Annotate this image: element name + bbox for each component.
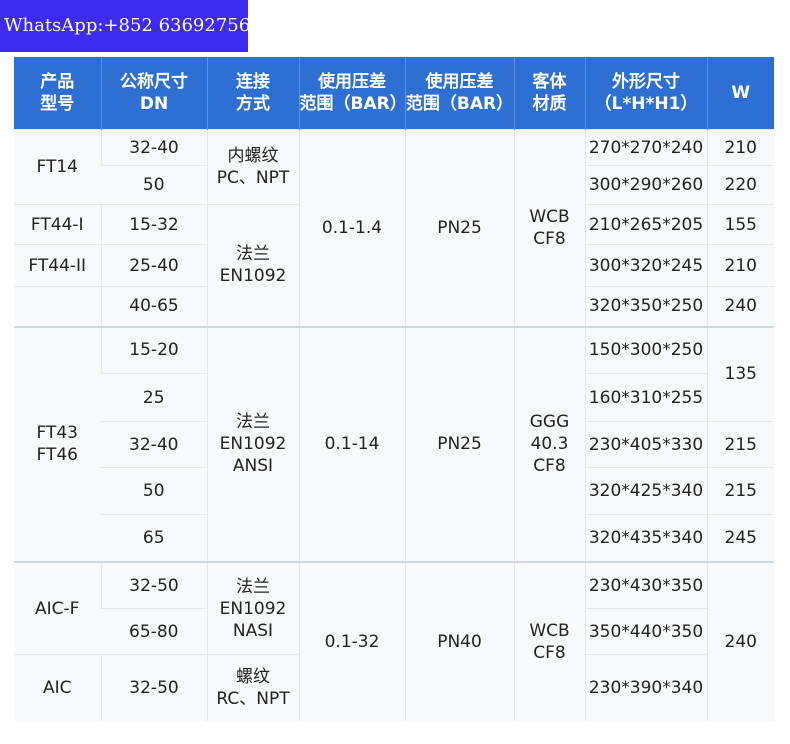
cell-weight: 240 xyxy=(706,560,774,721)
cell-connection: 内螺纹 PC、NPT xyxy=(206,128,299,205)
table-row: FT14 32-40 内螺纹 PC、NPT 0.1-1.4 PN25 WCB C… xyxy=(14,128,774,327)
cell-connection: 法兰 EN1092 xyxy=(206,204,299,327)
cell-weight: 155 xyxy=(706,204,774,245)
header-model: 产品 型号 xyxy=(14,57,101,130)
cell-dimensions: 160*310*255 xyxy=(584,373,707,422)
cell-dn: 50 xyxy=(101,467,207,515)
cell-weight: 215 xyxy=(706,467,774,515)
cell-pressure-range: PN25 xyxy=(404,325,514,562)
header-body-material: 客体 材质 xyxy=(513,57,585,130)
cell-model: AIC-F xyxy=(14,560,101,655)
cell-weight: 220 xyxy=(706,165,774,205)
cell-dimensions: 320*435*340 xyxy=(584,514,707,562)
cell-pressure-range: PN25 xyxy=(404,128,514,327)
cell-dn: 65 xyxy=(101,514,207,562)
cell-weight: 215 xyxy=(706,421,774,468)
cell-dn: 25 xyxy=(101,373,207,422)
cell-dn: 32-50 xyxy=(100,560,207,609)
cell-dimensions: 210*265*205 xyxy=(584,204,707,245)
watermark-banner: WhatsApp:+852 63692756 xyxy=(0,0,250,52)
cell-dimensions: 320*425*340 xyxy=(584,467,707,515)
cell-pressure-range: PN40 xyxy=(404,560,514,721)
cell-body-material: WCB CF8 xyxy=(513,560,585,721)
header-weight: W xyxy=(706,57,774,130)
cell-model xyxy=(14,286,101,327)
cell-body-material: WCB CF8 xyxy=(513,128,585,327)
cell-model: AIC xyxy=(14,654,101,721)
cell-dn: 40-65 xyxy=(100,286,207,327)
cell-weight: 245 xyxy=(706,514,774,562)
cell-dn: 32-40 xyxy=(101,421,207,468)
cell-dn: 65-80 xyxy=(101,608,207,655)
cell-dn: 50 xyxy=(101,165,207,205)
cell-model: FT44-II xyxy=(14,244,101,287)
header-dimensions: 外形尺寸 （L*H*H1） xyxy=(584,57,707,130)
cell-dimensions: 230*430*350 xyxy=(584,560,707,609)
cell-pressure-diff: 0.1-1.4 xyxy=(298,128,405,327)
header-row: 产品 型号 公称尺寸 DN 连接 方式 使用压差 范围（BAR） 使用压差 范围… xyxy=(14,57,774,130)
cell-connection: 法兰 EN1092 NASI xyxy=(206,560,299,655)
cell-weight: 210 xyxy=(706,244,774,287)
cell-dimensions: 150*300*250 xyxy=(584,325,707,374)
cell-dn: 32-50 xyxy=(100,654,207,721)
cell-weight: 210 xyxy=(706,128,774,166)
cell-weight: 240 xyxy=(706,286,774,327)
cell-weight: 135 xyxy=(706,325,774,422)
cell-dimensions: 270*270*240 xyxy=(584,128,707,166)
cell-dimensions: 300*320*245 xyxy=(584,244,707,287)
table-row: AIC-F 32-50 法兰 EN1092 NASI 0.1-32 PN40 W… xyxy=(14,560,774,721)
cell-dimensions: 320*350*250 xyxy=(584,286,707,327)
cell-dimensions: 350*440*350 xyxy=(584,608,707,655)
cell-model: FT43 FT46 xyxy=(14,325,101,562)
cell-dn: 32-40 xyxy=(100,128,207,166)
cell-dn: 15-32 xyxy=(100,204,207,245)
cell-model: FT14 xyxy=(14,128,101,205)
cell-dn: 25-40 xyxy=(100,244,207,287)
header-pressure-diff: 使用压差 范围（BAR） xyxy=(298,57,407,130)
cell-model: FT44-I xyxy=(14,204,101,245)
header-pressure-range: 使用压差 范围（BAR） xyxy=(404,57,514,130)
cell-dimensions: 230*390*340 xyxy=(584,654,707,721)
product-spec-table: 产品 型号 公称尺寸 DN 连接 方式 使用压差 范围（BAR） 使用压差 范围… xyxy=(14,57,774,721)
cell-pressure-diff: 0.1-32 xyxy=(298,560,405,721)
cell-body-material: GGG 40.3 CF8 xyxy=(513,325,585,562)
cell-connection: 螺纹 RC、NPT xyxy=(206,654,299,721)
cell-dn: 15-20 xyxy=(100,325,207,374)
header-dn: 公称尺寸 DN xyxy=(100,57,207,130)
header-connection: 连接 方式 xyxy=(206,57,299,130)
cell-dimensions: 230*405*330 xyxy=(584,421,707,468)
cell-dimensions: 300*290*260 xyxy=(584,165,707,205)
table-row: FT43 FT46 15-20 法兰 EN1092 ANSI 0.1-14 PN… xyxy=(14,325,774,562)
cell-pressure-diff: 0.1-14 xyxy=(298,325,405,562)
cell-connection: 法兰 EN1092 ANSI xyxy=(206,325,299,562)
